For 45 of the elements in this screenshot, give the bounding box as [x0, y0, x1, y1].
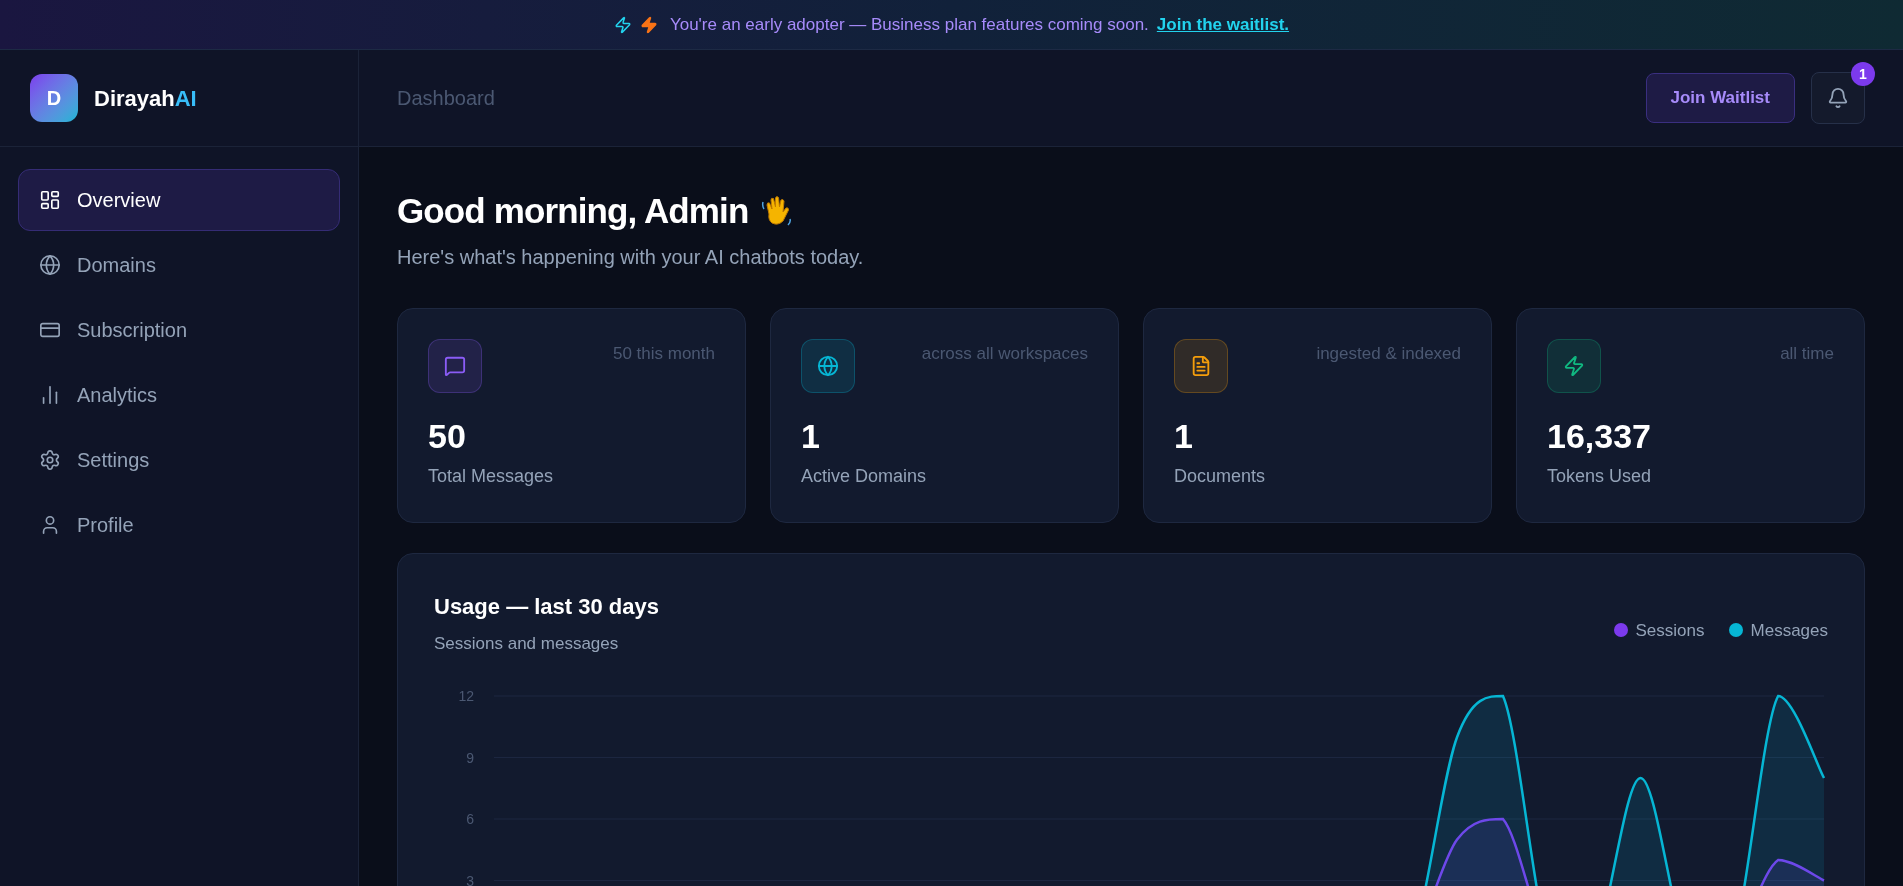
- sidebar-item[interactable]: Domains: [18, 234, 340, 296]
- document-icon: [1190, 354, 1212, 377]
- sidebar-item[interactable]: Analytics: [18, 364, 340, 426]
- lightning-icon: [1563, 354, 1585, 377]
- stat-label: Tokens Used: [1547, 464, 1653, 488]
- stat-label: Active Domains: [801, 464, 928, 488]
- stat-note: ingested & indexed: [1316, 342, 1461, 365]
- y-axis-label: 12: [458, 688, 474, 704]
- settings-icon: [39, 449, 61, 471]
- message-icon: [444, 354, 466, 377]
- lightning-icon: [639, 15, 658, 34]
- sidebar-item[interactable]: Profile: [18, 494, 340, 556]
- bell-icon: [1827, 87, 1849, 109]
- dashboard-grid-icon: [39, 189, 61, 211]
- logo-badge: D: [30, 74, 78, 122]
- stat-note: all time: [1780, 342, 1834, 365]
- stat-label: Documents: [1174, 464, 1267, 488]
- sidebar-item[interactable]: Subscription: [18, 299, 340, 361]
- stat-value: 50: [428, 418, 467, 453]
- legend-label: Messages: [1750, 619, 1828, 642]
- chart-title: Usage — last 30 days: [434, 592, 659, 621]
- stat-label: Total Messages: [428, 464, 555, 488]
- join-waitlist-button[interactable]: Join Waitlist: [1645, 73, 1795, 123]
- notification-count: 1: [1851, 62, 1875, 86]
- brand-name: DirayahAI: [94, 84, 197, 113]
- waitlist-link[interactable]: Join the waitlist.: [1156, 11, 1290, 38]
- stat-note: 50 this month: [612, 342, 715, 365]
- stat-value: 16,337: [1547, 418, 1652, 453]
- lightning-icon: [613, 15, 632, 34]
- sidebar-item[interactable]: Settings: [18, 429, 340, 491]
- globe-icon: [817, 354, 839, 377]
- chart-subtitle: Sessions and messages: [434, 632, 620, 655]
- greeting-subtitle: Here's what's happening with your AI chatbots today.: [397, 244, 865, 270]
- legend-label: Sessions: [1635, 619, 1705, 642]
- stat-value: 1: [1174, 418, 1194, 453]
- y-axis-label: 3: [466, 872, 474, 886]
- stat-value: 1: [801, 418, 821, 453]
- y-axis-label: 9: [466, 749, 474, 766]
- y-axis-label: 6: [466, 811, 474, 827]
- stat-note: across all workspaces: [921, 342, 1088, 365]
- globe-icon: [39, 254, 61, 276]
- banner-text: You're an early adopter — Business plan features coming soon.: [669, 13, 1149, 36]
- sidebar-item[interactable]: Overview: [18, 169, 340, 231]
- greeting-heading: Good morning, Admin: [397, 190, 749, 232]
- page-title: Dashboard: [397, 86, 495, 111]
